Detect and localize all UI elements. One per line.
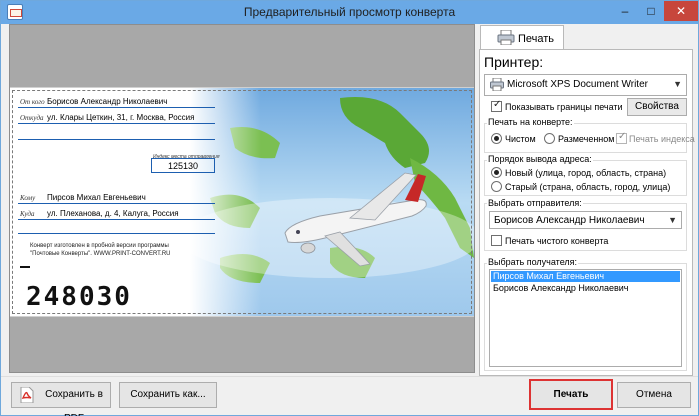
to-where-line-2	[18, 233, 215, 234]
radio-order-old-label: Старый (страна, область, город, улица)	[505, 182, 671, 192]
radio-lined-envelope-label: Размеченном	[558, 134, 615, 144]
printer-icon	[490, 78, 504, 91]
recipient-list[interactable]: Пирсов Михал Евгеньевич Борисов Александ…	[489, 269, 682, 367]
radio-order-old[interactable]	[491, 181, 502, 192]
to-where-value: ул. Плеханова, д. 4, Калуга, Россия	[47, 209, 179, 218]
cancel-button[interactable]: Отмена	[617, 382, 691, 408]
sender-title: Выбрать отправителя:	[487, 198, 583, 208]
save-pdf-button[interactable]: Сохранить в PDF	[11, 382, 111, 416]
tab-print-label: Печать	[518, 33, 555, 45]
printer-icon	[497, 30, 515, 45]
save-as-button[interactable]: Сохранить как...	[119, 382, 217, 408]
postcode-mark	[20, 266, 30, 268]
to-line	[18, 203, 215, 204]
to-value: Пирсов Михал Евгеньевич	[47, 193, 146, 202]
postcode-digits: 248030	[26, 282, 132, 312]
radio-lined-envelope[interactable]	[544, 133, 555, 144]
close-button[interactable]: ✕	[664, 1, 698, 21]
radio-order-new[interactable]	[491, 167, 502, 178]
print-button[interactable]: Печать	[529, 379, 613, 410]
from-where-line-2	[18, 139, 215, 140]
tab-print[interactable]: Печать	[480, 25, 564, 50]
pdf-icon	[20, 387, 34, 403]
envelope-preview-area: От кого Борисов Александр Николаевич Отк…	[9, 24, 475, 373]
radio-order-new-label: Новый (улица, город, область, страна)	[505, 168, 667, 178]
from-where-label: Откуда	[20, 114, 44, 122]
blank-envelope-checkbox[interactable]	[491, 235, 502, 246]
chevron-down-icon: ▼	[673, 79, 682, 89]
print-index-checkbox[interactable]	[616, 131, 627, 144]
to-where-line	[18, 219, 215, 220]
printer-select-value: Microsoft XPS Document Writer	[507, 79, 648, 90]
print-on-envelope-title: Печать на конверте:	[487, 117, 574, 127]
sender-select-value: Борисов Александр Николаевич	[494, 215, 645, 226]
address-order-title: Порядок вывода адреса:	[487, 154, 593, 164]
from-value: Борисов Александр Николаевич	[47, 97, 168, 106]
trial-note-line1: Конверт изготовлен в пробной версии прог…	[30, 243, 169, 249]
recipient-list-item[interactable]: Пирсов Михал Евгеньевич	[491, 271, 680, 282]
from-where-value: ул. Клары Цеткин, 31, г. Москва, Россия	[47, 113, 195, 122]
recipient-list-item[interactable]: Борисов Александр Николаевич	[491, 283, 680, 294]
bottom-separator	[1, 376, 698, 377]
app-window: Предварительный просмотр конверта – □ ✕	[0, 0, 699, 416]
radio-blank-envelope-label: Чистом	[505, 134, 536, 144]
from-line	[18, 107, 215, 108]
maximize-button[interactable]: □	[638, 1, 664, 21]
trial-note-line2: "Почтовые Конверты". WWW.PRINT-CONVERT.R…	[30, 251, 171, 257]
to-label: Кому	[20, 194, 36, 202]
show-borders-checkbox[interactable]	[491, 99, 502, 112]
show-borders-label: Показывать границы печати	[505, 102, 623, 112]
radio-blank-envelope[interactable]	[491, 133, 502, 144]
printer-select[interactable]: Microsoft XPS Document Writer ▼	[484, 74, 687, 96]
index-value: 125130	[167, 161, 199, 171]
from-label: От кого	[20, 98, 45, 106]
printer-label: Принтер:	[484, 54, 544, 70]
title-bar[interactable]: Предварительный просмотр конверта – □ ✕	[1, 1, 698, 24]
blank-envelope-label: Печать чистого конверта	[505, 236, 609, 246]
sender-select[interactable]: Борисов Александр Николаевич ▼	[489, 211, 682, 229]
envelope-preview: От кого Борисов Александр Николаевич Отк…	[10, 87, 474, 317]
from-where-line	[18, 123, 215, 124]
recipient-title: Выбрать получателя:	[487, 257, 579, 267]
window-title: Предварительный просмотр конверта	[243, 5, 456, 19]
save-pdf-label: Сохранить в PDF	[45, 389, 103, 416]
minimize-button[interactable]: –	[612, 1, 638, 21]
chevron-down-icon: ▼	[668, 215, 677, 225]
to-where-label: Куда	[20, 210, 35, 218]
print-index-label: Печать индекса	[629, 134, 695, 144]
properties-button[interactable]: Свойства	[627, 98, 687, 116]
